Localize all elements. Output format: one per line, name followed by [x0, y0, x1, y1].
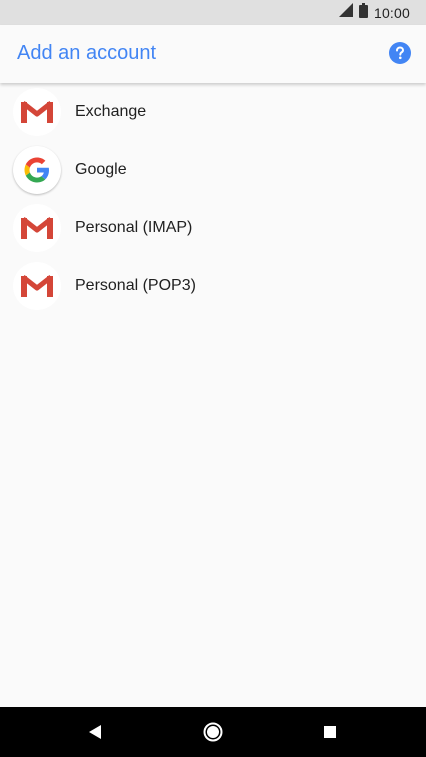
home-icon — [203, 722, 223, 742]
status-time: 10:00 — [373, 4, 410, 21]
page-title: Add an account — [17, 42, 156, 64]
back-icon — [89, 725, 101, 739]
list-item-exchange[interactable]: Exchange — [0, 83, 426, 141]
list-item-personal-imap[interactable]: Personal (IMAP) — [0, 199, 426, 257]
list-item-personal-pop3[interactable]: Personal (POP3) — [0, 257, 426, 315]
app-bar: Add an account — [0, 25, 426, 83]
gmail-icon — [13, 204, 61, 252]
home-button[interactable] — [201, 720, 225, 744]
navigation-bar — [0, 707, 426, 757]
list-item-label: Personal (IMAP) — [75, 219, 193, 236]
gmail-icon — [13, 262, 61, 310]
battery-icon — [358, 2, 368, 23]
recents-icon — [324, 726, 336, 738]
help-icon — [389, 42, 411, 64]
list-item-label: Google — [75, 161, 127, 178]
back-button[interactable] — [83, 720, 107, 744]
list-item-label: Exchange — [75, 103, 147, 120]
help-button[interactable] — [389, 42, 411, 64]
status-bar: 10:00 — [0, 0, 426, 25]
account-type-list: Exchange Google Personal (IMAP) Personal… — [0, 83, 426, 315]
gmail-icon — [13, 88, 61, 136]
signal-icon — [338, 3, 353, 22]
status-icons: 10:00 — [338, 0, 410, 25]
list-item-google[interactable]: Google — [0, 141, 426, 199]
list-item-label: Personal (POP3) — [75, 277, 196, 294]
recents-button[interactable] — [318, 720, 342, 744]
google-icon — [13, 146, 61, 194]
